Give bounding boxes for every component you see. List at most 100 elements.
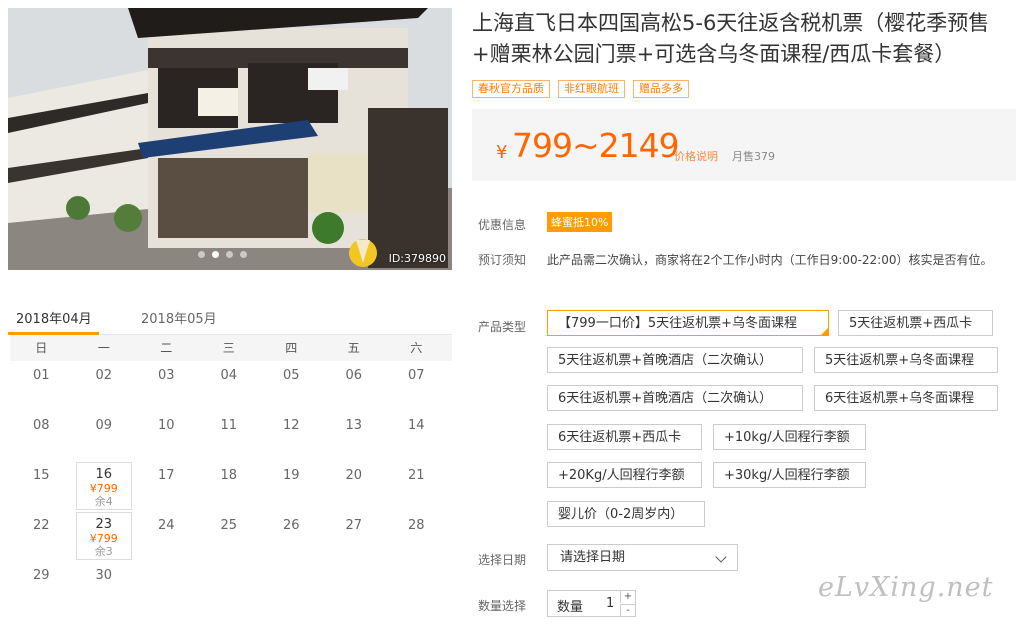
calendar-day: 02 (73, 361, 136, 411)
day-price: ¥799 (89, 532, 118, 545)
calendar-day: 09 (73, 411, 136, 461)
carousel-dot[interactable] (226, 251, 233, 258)
day-number: 23 (95, 517, 113, 532)
photo-id-label: ID:379890 (388, 252, 446, 265)
option-6day-suica[interactable]: 6天往返机票+西瓜卡 (547, 424, 702, 450)
calendar-day-available[interactable]: 23 ¥799 余3 (75, 512, 132, 560)
calendar-day: 27 (323, 511, 386, 561)
chevron-down-icon (715, 551, 727, 563)
day-number: 26 (282, 518, 300, 533)
day-remaining: 余3 (94, 545, 113, 558)
calendar-day: 06 (323, 361, 386, 411)
calendar-day: 24 (135, 511, 198, 561)
price-box: ¥ 799~2149 价格说明 月售379 (472, 109, 1016, 181)
option-5day-hotel[interactable]: 5天往返机票+首晚酒店（二次确认） (547, 347, 803, 373)
day-number: 02 (95, 368, 113, 383)
month-tabs: 2018年04月 2018年05月 (8, 296, 452, 335)
calendar-day: 11 (198, 411, 261, 461)
calendar-day: 28 (385, 511, 448, 561)
option-5day-suica[interactable]: 5天往返机票+西瓜卡 (838, 310, 993, 336)
quantity-minus-button[interactable]: - (620, 604, 635, 617)
badge-official: 春秋官方品质 (472, 80, 550, 98)
option-10kg-baggage[interactable]: +10kg/人回程行李额 (713, 424, 866, 450)
calendar-day: 22 (10, 511, 73, 561)
calendar-day: 13 (323, 411, 386, 461)
calendar-day: 17 (135, 461, 198, 511)
weekday-label: 一 (97, 341, 110, 355)
active-tab-indicator (8, 332, 99, 335)
product-badges: 春秋官方品质 非红眼航班 赠品多多 (472, 80, 689, 98)
calendar-day: 10 (135, 411, 198, 461)
product-title: 上海直飞日本四国高松5-6天往返含税机票（樱花季预售+赠栗林公园门票+可选含乌冬… (472, 11, 990, 66)
day-number: 05 (282, 368, 300, 383)
option-799-5day-udon[interactable]: 【799一口价】5天往返机票+乌冬面课程 (547, 310, 829, 336)
day-number: 06 (345, 368, 363, 383)
site-watermark: eLvXing.net (818, 572, 994, 603)
calendar-day: 19 (260, 461, 323, 511)
product-photo[interactable]: ID:379890 (8, 8, 452, 270)
date-select-value: 请选择日期 (560, 550, 626, 565)
calendar-day: 05 (260, 361, 323, 411)
calendar-day: 14 (385, 411, 448, 461)
day-number: 25 (220, 518, 238, 533)
day-number: 08 (32, 418, 50, 433)
calendar-day: 18 (198, 461, 261, 511)
carousel-dot[interactable] (198, 251, 205, 258)
option-infant-price[interactable]: 婴儿价（0-2周岁内） (547, 501, 705, 527)
day-number: 11 (220, 418, 238, 433)
quantity-stepper[interactable]: 数量 1 + - (547, 590, 636, 617)
option-20kg-baggage[interactable]: +20Kg/人回程行李额 (547, 462, 702, 488)
calendar-grid: 01 02 03 04 05 06 07 08 09 10 11 12 13 14 15 16 ¥799 余4 17… (10, 361, 452, 611)
carousel-dot[interactable] (240, 251, 247, 258)
weekday-label: 日 (35, 341, 48, 355)
tab-month-may[interactable]: 2018年05月 (141, 308, 217, 327)
price-explain-link[interactable]: 价格说明 (674, 148, 718, 164)
calendar-day: 12 (260, 411, 323, 461)
price-currency: ¥ (496, 142, 508, 163)
price-calendar: 2018年04月 2018年05月 日 一 二 三 四 五 六 01 02 03 04 05 06 07… (8, 296, 452, 611)
option-30kg-baggage[interactable]: +30kg/人回程行李额 (713, 462, 866, 488)
day-number: 21 (407, 468, 425, 483)
weekday-label: 三 (222, 341, 235, 355)
day-number: 14 (407, 418, 425, 433)
day-number: 16 (95, 467, 113, 482)
calendar-day: 20 (323, 461, 386, 511)
carousel-dots (198, 251, 247, 258)
badge-gifts: 赠品多多 (633, 80, 689, 98)
day-number: 27 (345, 518, 363, 533)
option-5day-udon[interactable]: 5天往返机票+乌冬面课程 (814, 347, 998, 373)
day-number: 12 (282, 418, 300, 433)
day-number: 20 (345, 468, 363, 483)
option-6day-hotel[interactable]: 6天往返机票+首晚酒店（二次确认） (547, 385, 803, 411)
calendar-day: 01 (10, 361, 73, 411)
tab-month-april[interactable]: 2018年04月 (16, 308, 92, 327)
day-number: 22 (32, 518, 50, 533)
day-price: ¥799 (89, 482, 118, 495)
calendar-day: 26 (260, 511, 323, 561)
date-select[interactable]: 请选择日期 (547, 544, 738, 571)
date-label: 选择日期 (478, 553, 527, 567)
day-remaining: 余4 (94, 495, 113, 508)
promo-badge: 蜂蜜抵10% (547, 212, 613, 232)
day-number: 28 (407, 518, 425, 533)
promo-label: 优惠信息 (478, 218, 527, 232)
calendar-day: 25 (198, 511, 261, 561)
quantity-value[interactable]: 1 (606, 596, 614, 611)
calendar-day: 29 (10, 561, 73, 611)
weekday-label: 六 (410, 341, 423, 355)
day-number: 19 (282, 468, 300, 483)
day-number: 15 (32, 468, 50, 483)
day-number: 04 (220, 368, 238, 383)
calendar-day-available[interactable]: 16 ¥799 余4 (75, 462, 132, 510)
quantity-word: 数量 (557, 600, 584, 615)
weekday-header: 日一二三四五六 (10, 335, 452, 361)
carousel-dot-active[interactable] (212, 251, 219, 258)
weekday-label: 四 (285, 341, 298, 355)
day-number: 24 (157, 518, 175, 533)
notice-text: 此产品需二次确认，商家将在2个工作小时内（工作日9:00-22:00）核实是否有… (547, 253, 993, 267)
monthly-sales: 月售379 (732, 150, 775, 163)
calendar-day: 07 (385, 361, 448, 411)
weekday-label: 二 (160, 341, 173, 355)
quantity-plus-button[interactable]: + (620, 591, 635, 603)
option-6day-udon[interactable]: 6天往返机票+乌冬面课程 (814, 385, 998, 411)
